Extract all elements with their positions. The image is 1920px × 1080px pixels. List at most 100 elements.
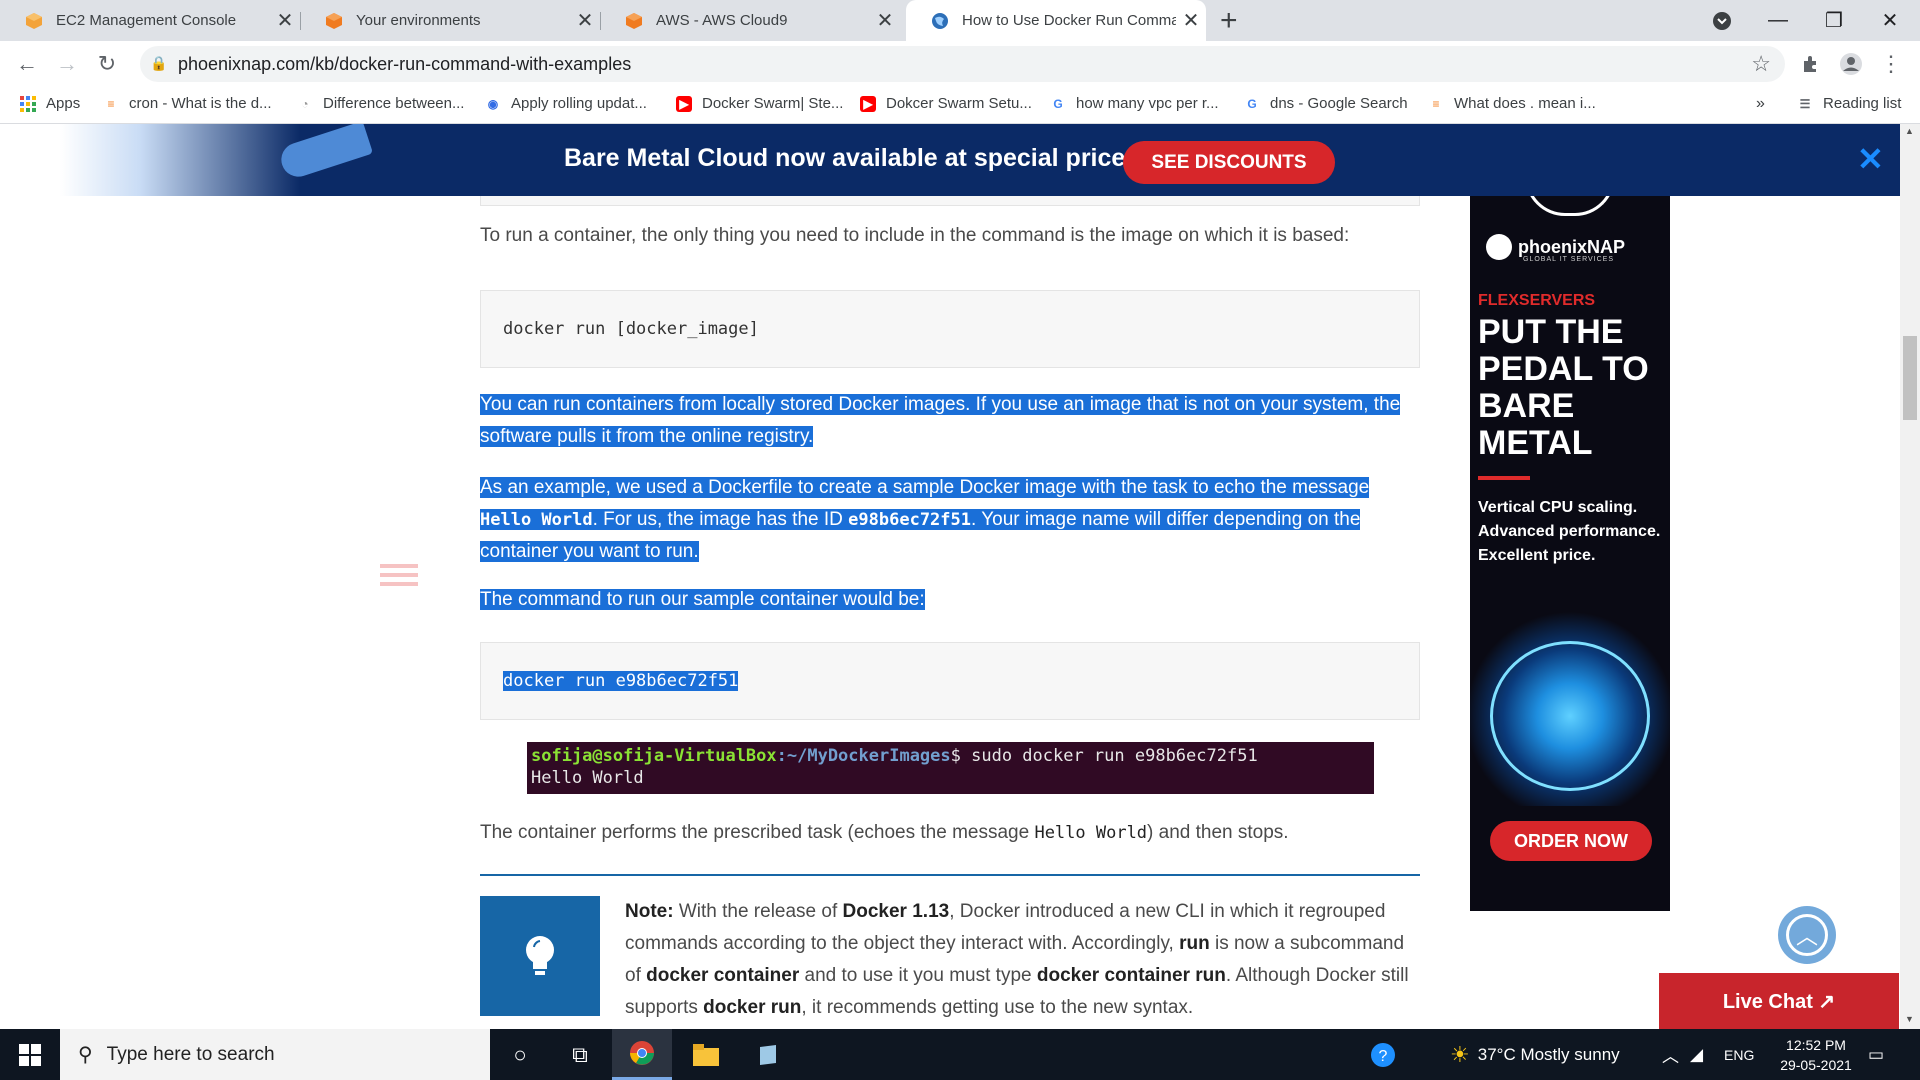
windows-taskbar: ⚲ Type here to search ○ ⧉ ? ☀ 37°C Mostly … xyxy=(0,1029,1920,1080)
tab-title: EC2 Management Console xyxy=(56,12,237,29)
address-bar[interactable]: 🔒 phoenixnap.com/kb/docker-run-command-w… xyxy=(140,46,1785,82)
tab-cloud9[interactable]: AWS - AWS Cloud9 ✕ xyxy=(600,0,900,41)
ad-features: Vertical CPU scaling. Advanced performan… xyxy=(1478,499,1661,564)
scroll-up-icon[interactable]: ▲ xyxy=(1905,126,1914,136)
page-scrollbar[interactable]: ▲ ▼ xyxy=(1900,124,1920,1029)
tray-chevron-icon[interactable]: ︿ xyxy=(1662,1029,1679,1080)
reload-button[interactable]: ↻ xyxy=(92,49,122,79)
url-text: phoenixnap.com/kb/docker-run-command-wit… xyxy=(178,54,632,74)
app-icon[interactable] xyxy=(738,1029,798,1080)
order-now-button[interactable]: ORDER NOW xyxy=(1490,821,1652,861)
bookmark-cron[interactable]: ≡ cron - What is the d... xyxy=(103,95,271,112)
language-indicator[interactable]: ENG xyxy=(1724,1029,1754,1080)
bookmark-apps[interactable]: Apps xyxy=(20,95,80,112)
globe-icon: ◉ xyxy=(487,96,499,111)
cortana-icon[interactable]: ○ xyxy=(490,1029,550,1080)
aws-icon xyxy=(624,11,644,31)
back-button[interactable]: ← xyxy=(12,49,42,79)
help-icon[interactable]: ? xyxy=(1370,1029,1396,1080)
ad-eyebrow: FLEXSERVERS xyxy=(1478,292,1596,309)
lightbulb-icon xyxy=(480,896,600,1016)
tab-ec2[interactable]: EC2 Management Console ✕ xyxy=(0,0,300,41)
new-tab-button[interactable]: + xyxy=(1220,4,1238,38)
close-icon[interactable]: ✕ xyxy=(570,8,600,33)
minimize-button[interactable]: — xyxy=(1750,0,1806,41)
extensions-icon[interactable] xyxy=(1796,49,1826,79)
search-icon: ⚲ xyxy=(78,1044,93,1066)
scroll-down-icon[interactable]: ▼ xyxy=(1905,1014,1914,1024)
task-view-icon[interactable]: ⧉ xyxy=(550,1029,610,1080)
code-block: docker run e98b6ec72f51 xyxy=(480,642,1420,720)
windows-start-button[interactable] xyxy=(0,1029,60,1080)
banner-message: Bare Metal Cloud now available at specia… xyxy=(564,144,1148,172)
tab-title: How to Use Docker Run Comman xyxy=(962,12,1176,29)
bookmark-what-does[interactable]: ≡ What does . mean i... xyxy=(1428,95,1595,112)
stackoverflow-icon: ≡ xyxy=(107,96,115,111)
tab-search-icon[interactable] xyxy=(1694,0,1750,41)
tab-environments[interactable]: Your environments ✕ xyxy=(300,0,600,41)
star-icon[interactable]: ☆ xyxy=(1751,51,1771,77)
phoenixnap-ad[interactable]: intel phoenixNAP GLOBAL IT SERVICES FLEX… xyxy=(1470,196,1670,911)
google-icon: G xyxy=(1053,96,1063,111)
note-text: Note: With the release of Docker 1.13, D… xyxy=(625,901,1409,1018)
stackoverflow-icon: ≡ xyxy=(1432,96,1440,111)
bookmark-dns[interactable]: Gdns - Google Search xyxy=(1244,95,1407,112)
restore-button[interactable]: ❐ xyxy=(1806,0,1862,41)
chrome-icon[interactable] xyxy=(612,1029,672,1080)
clock[interactable]: 12:52 PM 29-05-2021 xyxy=(1766,1029,1866,1080)
window-close-button[interactable]: ✕ xyxy=(1862,0,1918,41)
table-of-contents-icon[interactable] xyxy=(380,564,418,591)
bookmark-docker-swarm[interactable]: ▶ Docker Swarm| Ste... xyxy=(676,95,843,112)
bookmark-rolling-update[interactable]: ◉ Apply rolling updat... xyxy=(485,95,647,112)
lock-icon: 🔒 xyxy=(150,55,168,71)
promo-banner: Bare Metal Cloud now available at specia… xyxy=(0,124,1900,196)
bookmark-difference[interactable]: ◔ Difference between... xyxy=(297,95,464,112)
network-icon[interactable]: ◢ xyxy=(1690,1029,1703,1080)
taskbar-search-box[interactable]: ⚲ Type here to search xyxy=(60,1029,490,1080)
close-icon[interactable]: ✕ xyxy=(270,8,300,33)
close-icon[interactable]: ✕ xyxy=(1176,8,1206,33)
code-text: docker run e98b6ec72f51 xyxy=(503,671,739,691)
code-block: docker run [docker_image] xyxy=(480,290,1420,368)
aws-icon xyxy=(324,11,344,31)
youtube-icon: ▶ xyxy=(860,95,876,112)
bookmarks-bar: Apps ≡ cron - What is the d... ◔ Differenc… xyxy=(0,87,1920,124)
tab-title: AWS - AWS Cloud9 xyxy=(656,12,788,29)
file-explorer-icon[interactable] xyxy=(676,1029,736,1080)
weather-widget[interactable]: ☀ 37°C Mostly sunny xyxy=(1450,1029,1620,1080)
terminal-screenshot: sofija@sofija-VirtualBox:~/MyDockerImage… xyxy=(527,742,1374,794)
tab-docker-run[interactable]: How to Use Docker Run Comman ✕ xyxy=(906,0,1206,41)
close-icon[interactable]: ✕ xyxy=(870,8,900,33)
tab-title: Your environments xyxy=(356,12,481,29)
intro-paragraph: To run a container, the only thing you n… xyxy=(480,225,1350,246)
code-text: docker run [docker_image] xyxy=(503,319,759,339)
youtube-icon: ▶ xyxy=(676,95,692,112)
menu-icon[interactable]: ⋮ xyxy=(1876,49,1906,79)
profile-avatar[interactable] xyxy=(1836,49,1866,79)
apps-grid-icon xyxy=(20,95,36,112)
chevron-up-icon: ︿ xyxy=(1786,914,1828,956)
browser-toolbar: ← → ↻ 🔒 phoenixnap.com/kb/docker-run-com… xyxy=(0,41,1920,87)
bookmark-vpc[interactable]: Ghow many vpc per r... xyxy=(1050,95,1218,112)
divider xyxy=(480,874,1420,876)
scrollbar-thumb[interactable] xyxy=(1903,336,1917,420)
page-icon: ◔ xyxy=(301,96,309,111)
paragraph-command: The command to run our sample container … xyxy=(480,589,925,610)
aws-icon xyxy=(24,11,44,31)
reading-list-button[interactable]: ☰ Reading list xyxy=(1797,95,1902,112)
tab-strip: EC2 Management Console ✕ Your environmen… xyxy=(0,0,1920,41)
live-chat-button[interactable]: Live Chat ↗ xyxy=(1659,973,1899,1029)
paragraph-local-images: You can run containers from locally stor… xyxy=(480,394,1401,447)
web-page: To run a container, the only thing you n… xyxy=(0,124,1900,1029)
bookmark-swarm-setup[interactable]: ▶ Dokcer Swarm Setu... xyxy=(860,95,1032,112)
globe-icon xyxy=(930,11,950,31)
forward-button[interactable]: → xyxy=(52,49,82,79)
bookmarks-overflow-button[interactable]: » xyxy=(1756,95,1765,113)
weather-icon: ☀ xyxy=(1450,1041,1470,1067)
ad-headline: PUT THE PEDAL TO BARE METAL xyxy=(1478,313,1649,462)
close-icon[interactable]: ✕ xyxy=(1857,140,1884,178)
google-icon: G xyxy=(1247,96,1257,111)
notifications-icon[interactable]: ▭ xyxy=(1868,1029,1884,1080)
scroll-to-top-button[interactable]: ︿ xyxy=(1778,906,1836,964)
see-discounts-button[interactable]: SEE DISCOUNTS xyxy=(1123,141,1335,184)
